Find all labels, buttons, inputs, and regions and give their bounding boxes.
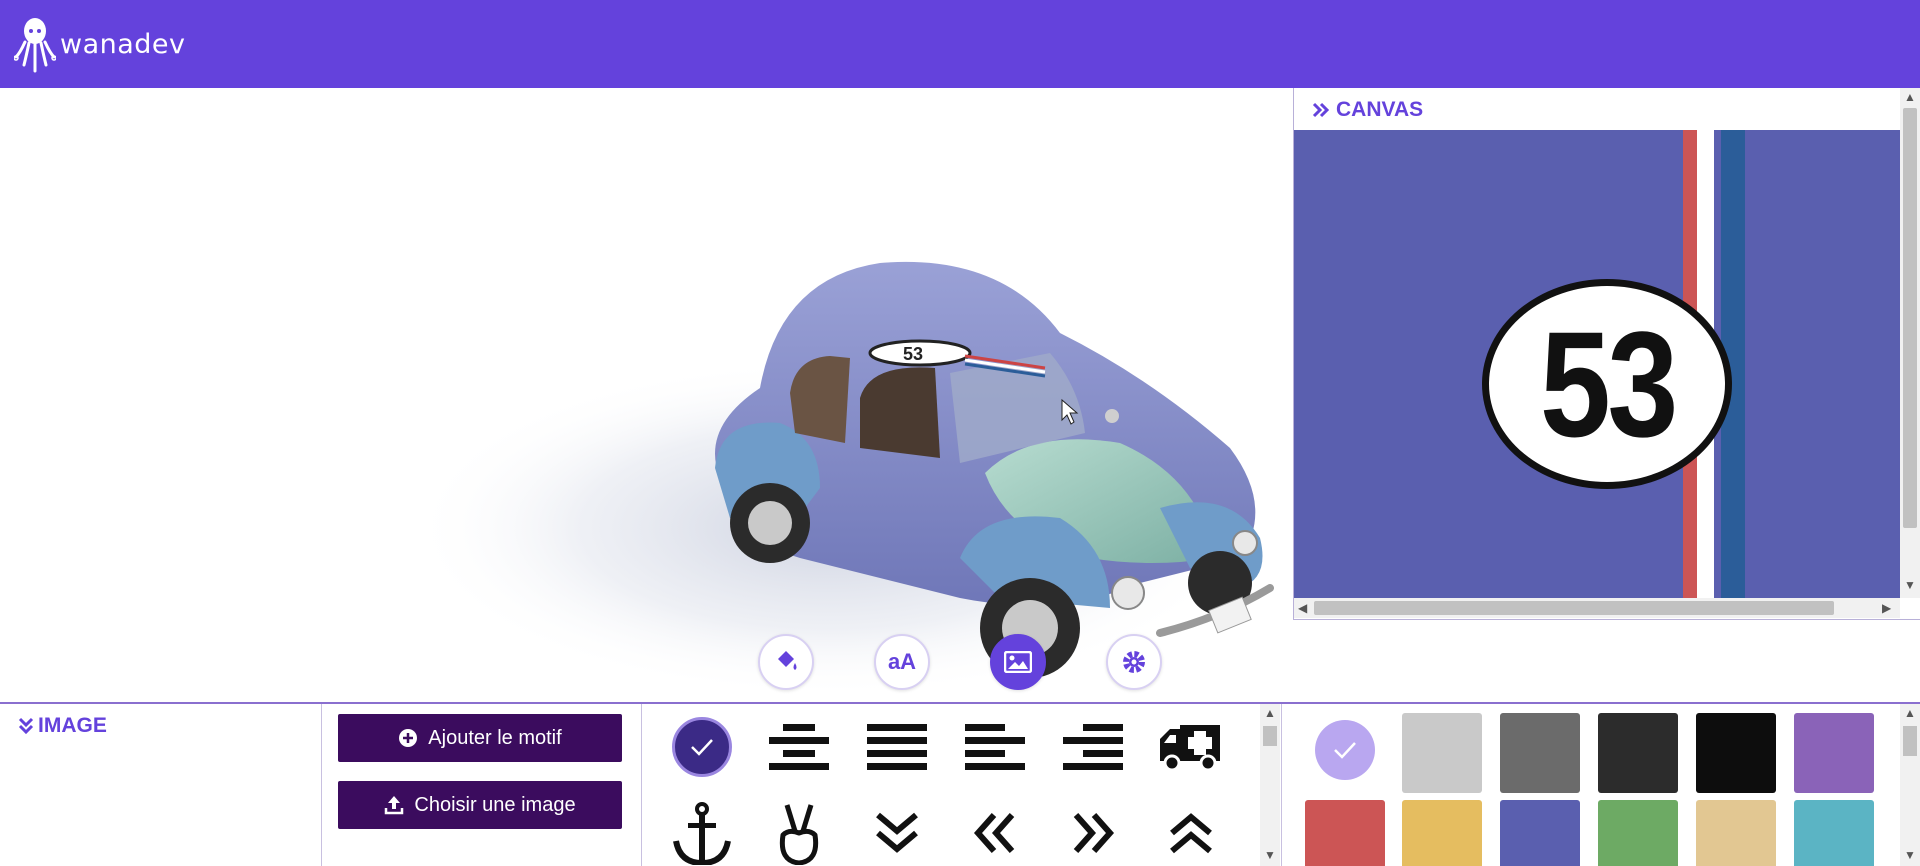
- scroll-thumb[interactable]: [1903, 108, 1917, 528]
- double-chevron-down-icon: [876, 812, 918, 853]
- color-swatch-purple[interactable]: [1794, 713, 1874, 793]
- paint-bucket-icon: [778, 651, 797, 670]
- scroll-down-arrow-icon[interactable]: ▼: [1904, 578, 1916, 592]
- color-swatch-grid: ▲ ▼: [1282, 704, 1920, 866]
- align-right-icon: [1063, 724, 1123, 770]
- motif-ambulance[interactable]: [1156, 712, 1226, 782]
- car-3d-render: 53: [410, 261, 1274, 698]
- color-swatch-beige[interactable]: [1696, 800, 1776, 866]
- scroll-up-arrow-icon[interactable]: ▲: [1904, 90, 1916, 104]
- motif-double-chevron-down[interactable]: [862, 798, 932, 866]
- scroll-thumb[interactable]: [1263, 726, 1277, 746]
- double-chevron-down-icon: [18, 717, 34, 735]
- motif-align-right[interactable]: [1058, 712, 1128, 782]
- motif-scrollbar[interactable]: ▲ ▼: [1260, 704, 1280, 866]
- scroll-thumb[interactable]: [1903, 726, 1917, 756]
- scroll-down-arrow-icon[interactable]: ▼: [1264, 848, 1276, 862]
- scroll-down-arrow-icon[interactable]: ▼: [1904, 848, 1916, 862]
- add-motif-label: Ajouter le motif: [428, 726, 562, 749]
- texture-canvas[interactable]: 53: [1294, 130, 1900, 598]
- scroll-right-arrow-icon[interactable]: ▶: [1882, 601, 1891, 615]
- canvas-panel-header[interactable]: CANVAS: [1312, 98, 1423, 122]
- color-swatch-black[interactable]: [1696, 713, 1776, 793]
- color-swatch-grey[interactable]: [1500, 713, 1580, 793]
- top-bar: wanadev: [0, 0, 1920, 88]
- color-scrollbar[interactable]: ▲ ▼: [1900, 704, 1920, 866]
- ambulance-icon: [1160, 725, 1220, 772]
- motif-align-center[interactable]: [764, 712, 834, 782]
- race-number: 53: [1539, 299, 1677, 468]
- color-swatch-teal[interactable]: [1794, 800, 1874, 866]
- double-chevron-right-icon: [1073, 813, 1115, 853]
- motif-anchor[interactable]: [667, 798, 737, 866]
- settings-button[interactable]: [1106, 634, 1162, 690]
- color-swatch-light-grey[interactable]: [1402, 713, 1482, 793]
- color-swatch-green[interactable]: [1598, 800, 1678, 866]
- scroll-left-arrow-icon[interactable]: ◀: [1298, 601, 1307, 615]
- 3d-viewport[interactable]: 53: [0, 88, 1294, 702]
- color-swatch-selected[interactable]: [1305, 710, 1385, 790]
- color-swatch-dark-grey[interactable]: [1598, 713, 1678, 793]
- double-chevron-left-icon: [973, 813, 1015, 853]
- brand-logo[interactable]: wanadev: [14, 14, 186, 74]
- double-chevron-right-icon: [1312, 102, 1330, 118]
- align-center-icon: [769, 724, 829, 770]
- canvas-panel: CANVAS 53 ▲ ▼ ◀ ▶: [1293, 88, 1920, 620]
- selected-check-icon: [672, 717, 732, 777]
- color-swatch-blue[interactable]: [1500, 800, 1580, 866]
- selected-check-icon: [1315, 720, 1375, 780]
- upload-icon: [384, 795, 404, 815]
- motif-peace-hand[interactable]: [764, 798, 834, 866]
- scroll-thumb-horizontal[interactable]: [1314, 601, 1834, 615]
- motif-grid: ▲ ▼: [642, 704, 1282, 866]
- paint-bucket-button[interactable]: [758, 634, 814, 690]
- color-swatch-yellow[interactable]: [1402, 800, 1482, 866]
- gear-icon: [1123, 651, 1145, 673]
- canvas-title: CANVAS: [1336, 98, 1424, 121]
- color-swatch-red[interactable]: [1305, 800, 1385, 866]
- image-actions: Ajouter le motif Choisir une image: [322, 704, 642, 866]
- race-number-roundel: 53: [1482, 279, 1732, 489]
- canvas-vertical-scrollbar[interactable]: ▲ ▼: [1900, 88, 1920, 598]
- brand-name: wanadev: [60, 28, 186, 60]
- anchor-icon: [673, 802, 731, 865]
- svg-text:53: 53: [903, 344, 923, 364]
- motif-double-chevron-left[interactable]: [960, 798, 1030, 866]
- plus-circle-icon: [398, 728, 418, 748]
- image-icon: [1004, 651, 1032, 673]
- bottom-panel: IMAGE Ajouter le motif Choisir une image: [0, 702, 1920, 866]
- add-motif-button[interactable]: Ajouter le motif: [338, 714, 622, 762]
- motif-selected[interactable]: [667, 712, 737, 782]
- motif-align-justify[interactable]: [862, 712, 932, 782]
- octopus-logo-icon: [14, 18, 56, 73]
- motif-double-chevron-up[interactable]: [1156, 798, 1226, 866]
- align-justify-icon: [867, 724, 927, 770]
- peace-hand-icon: [779, 804, 819, 865]
- scroll-up-arrow-icon[interactable]: ▲: [1904, 706, 1916, 720]
- choose-image-button[interactable]: Choisir une image: [338, 781, 622, 829]
- align-left-icon: [965, 724, 1025, 770]
- text-tool-button[interactable]: aA: [874, 634, 930, 690]
- image-section-header[interactable]: IMAGE: [18, 714, 107, 738]
- motif-align-left[interactable]: [960, 712, 1030, 782]
- scroll-up-arrow-icon[interactable]: ▲: [1264, 706, 1276, 720]
- canvas-horizontal-scrollbar[interactable]: ◀ ▶: [1294, 598, 1900, 618]
- choose-image-label: Choisir une image: [414, 793, 576, 816]
- tool-buttons: aA: [0, 634, 1294, 690]
- text-tool-label: aA: [887, 649, 917, 674]
- motif-double-chevron-right[interactable]: [1058, 798, 1128, 866]
- image-section: IMAGE: [0, 704, 322, 866]
- image-tool-button[interactable]: [990, 634, 1046, 690]
- double-chevron-up-icon: [1170, 813, 1212, 854]
- image-section-title: IMAGE: [38, 714, 107, 737]
